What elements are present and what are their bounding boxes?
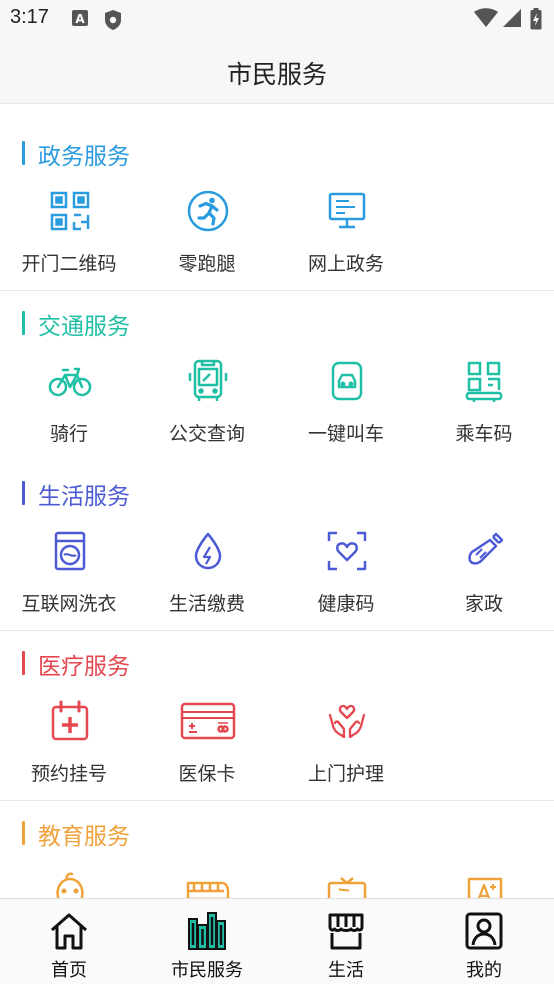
section-education: 教育服务 [0, 785, 554, 898]
service-label: 生活缴费 [168, 593, 245, 615]
tab-home[interactable]: 首页 [0, 899, 138, 984]
baby-icon [56, 872, 84, 898]
service-label: 乘车码 [455, 423, 513, 445]
service-label: 上门护理 [307, 763, 384, 785]
service-label: 零跑腿 [178, 253, 236, 275]
section-accent-bar [22, 651, 25, 675]
section-title: 政务服务 [38, 144, 130, 170]
service-label: 互联网洗衣 [21, 593, 117, 615]
section-medical: 医疗服务 预约挂号 医保卡 上门护理 [0, 615, 554, 800]
care-hands-icon [328, 704, 366, 739]
calendar-cross-icon [51, 700, 89, 741]
health-code-icon [327, 531, 367, 571]
service-label: 骑行 [49, 423, 88, 445]
tab-label: 我的 [466, 960, 502, 981]
tab-profile[interactable]: 我的 [415, 899, 553, 984]
svg-text:A: A [75, 12, 85, 26]
tab-label: 生活 [328, 960, 364, 981]
tab-label: 首页 [51, 960, 87, 981]
service-label: 公交查询 [168, 423, 245, 445]
service-label: 家政 [464, 593, 503, 615]
service-label: 开门二维码 [21, 253, 117, 275]
service-tile-education-3[interactable] [277, 869, 415, 898]
car-icon [331, 361, 363, 401]
service-list[interactable]: 政务服务 开门二维码 零跑腿 网上政务 交通服务 骑行 公交查询 一键叫车 乘车… [0, 105, 554, 898]
store-icon [328, 913, 364, 950]
section-accent-bar [22, 481, 25, 505]
status-time: 3:17 [10, 6, 49, 28]
wifi-icon [474, 8, 498, 32]
section-title: 教育服务 [38, 824, 130, 850]
service-tile-education-4[interactable] [415, 869, 553, 898]
status-bar: 3:17 A [0, 0, 554, 40]
service-label: 预约挂号 [30, 763, 107, 785]
service-tile-education-1[interactable] [0, 869, 138, 898]
keyboard-a-icon: A [71, 9, 89, 31]
language-a-plus-icon [467, 877, 503, 898]
section-accent-bar [22, 821, 25, 845]
bicycle-icon [48, 367, 92, 397]
washing-machine-icon [54, 531, 86, 571]
bus-icon [188, 359, 228, 401]
qr-code-icon [50, 191, 90, 231]
ride-code-icon [465, 361, 503, 402]
service-tile-education-2[interactable] [138, 869, 276, 898]
section-accent-bar [22, 141, 25, 165]
city-services-icon [188, 912, 226, 950]
section-title: 生活服务 [38, 484, 130, 510]
service-label: 一键叫车 [307, 423, 384, 445]
bottom-tab-bar: 首页 市民服务 生活 我的 [0, 898, 554, 984]
section-title: 医疗服务 [38, 654, 130, 680]
section-life: 生活服务 互联网洗衣 生活缴费 健康码 家政 [0, 445, 554, 630]
tab-city-services[interactable]: 市民服务 [138, 899, 276, 984]
home-icon [51, 913, 87, 950]
tv-icon [327, 877, 367, 898]
monitor-icon [328, 192, 366, 229]
profile-icon [465, 912, 503, 950]
app-header: 市民服务 [0, 40, 554, 104]
service-label: 医保卡 [178, 763, 236, 785]
section-government: 政务服务 开门二维码 零跑腿 网上政务 [0, 105, 554, 290]
service-label: 健康码 [317, 593, 375, 615]
battery-icon [530, 8, 542, 34]
utility-drop-icon [194, 532, 222, 570]
medical-card-icon [180, 702, 236, 740]
page-title: 市民服务 [226, 60, 327, 89]
cleaning-spray-icon [468, 532, 504, 565]
tab-life[interactable]: 生活 [277, 899, 415, 984]
tab-label: 市民服务 [171, 960, 243, 981]
shield-icon [103, 9, 123, 35]
signal-icon [502, 8, 522, 32]
runner-icon [187, 190, 229, 232]
school-bus-icon [186, 881, 230, 898]
section-transport: 交通服务 骑行 公交查询 一键叫车 乘车码 [0, 275, 554, 445]
section-accent-bar [22, 311, 25, 335]
section-title: 交通服务 [38, 314, 130, 340]
service-label: 网上政务 [307, 253, 384, 275]
